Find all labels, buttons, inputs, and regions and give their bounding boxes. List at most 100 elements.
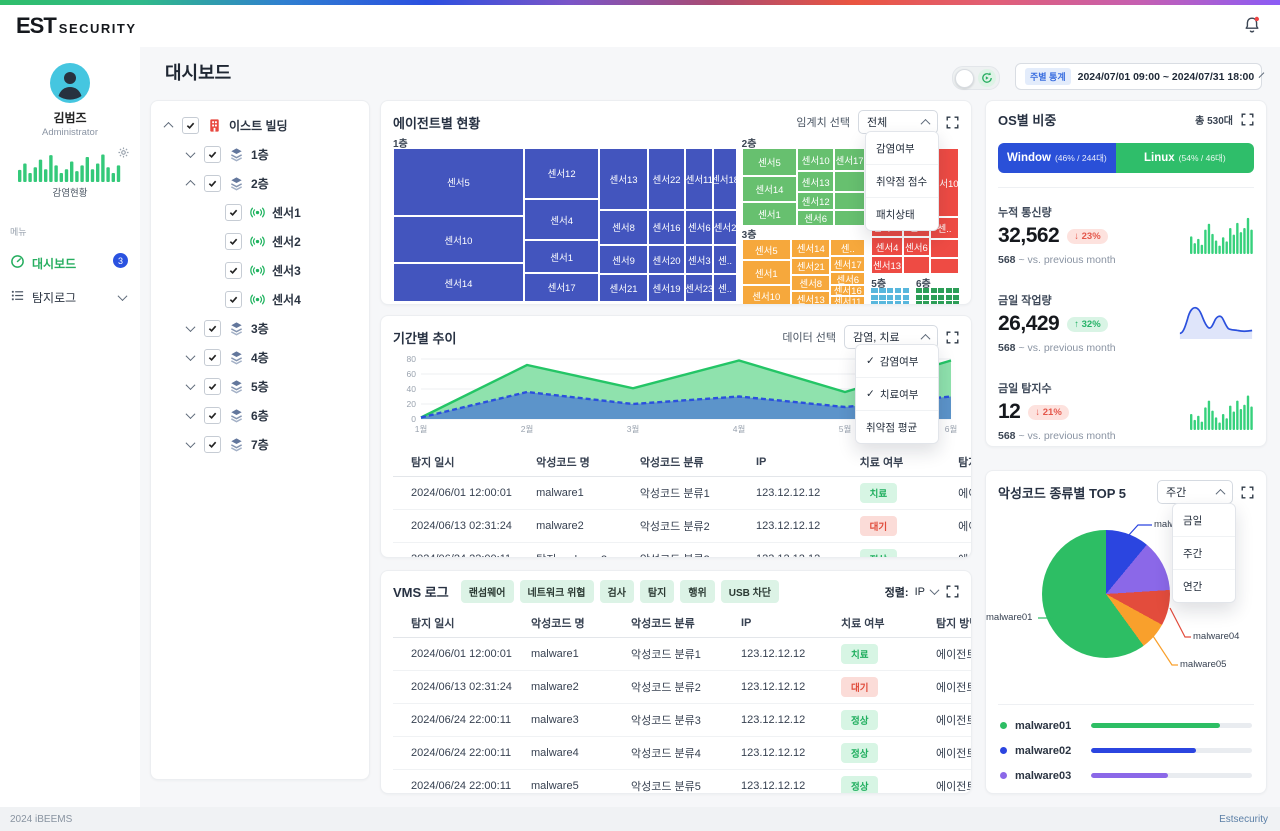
treemap-tile[interactable] <box>916 295 922 300</box>
table-row[interactable]: 2024/06/24 22:00:11탐지 malware3악성코드 분류312… <box>393 543 971 559</box>
treemap-tile[interactable] <box>931 288 937 293</box>
treemap-tile[interactable]: 센.. <box>830 239 865 256</box>
treemap-tile[interactable] <box>916 288 922 293</box>
treemap-tile[interactable]: 센서6 <box>797 210 834 226</box>
treemap-tile[interactable]: 센서16 <box>648 210 686 245</box>
filter-chip[interactable]: 랜섬웨어 <box>461 580 514 603</box>
fullscreen-icon[interactable] <box>1241 113 1254 126</box>
treemap-tile[interactable] <box>871 295 877 300</box>
treemap-tile[interactable]: 센서6 <box>830 272 865 284</box>
treemap-tile[interactable] <box>895 295 901 300</box>
menu-option[interactable]: 금일 <box>1173 504 1235 537</box>
treemap-tile[interactable]: 센.. <box>713 245 737 274</box>
footer-right[interactable]: Estsecurity <box>1219 814 1268 825</box>
notification-bell-icon[interactable] <box>1242 15 1262 40</box>
treemap-tile[interactable] <box>923 301 929 305</box>
treemap-tile[interactable] <box>871 301 877 305</box>
treemap-tile[interactable]: 센서4 <box>871 237 903 256</box>
treemap-tile[interactable]: 센서18 <box>713 148 737 210</box>
treemap-tile[interactable] <box>916 301 922 305</box>
tree-checkbox[interactable] <box>225 204 242 221</box>
filter-chip[interactable]: 행위 <box>680 580 714 603</box>
treemap-tile[interactable]: 센서13 <box>797 171 834 191</box>
tree-node-4층[interactable]: 4층 <box>159 343 361 372</box>
treemap-tile[interactable] <box>895 301 901 305</box>
treemap-tile[interactable] <box>834 210 865 226</box>
treemap-tile[interactable]: 센서11 <box>685 148 713 210</box>
treemap-tile[interactable] <box>887 288 893 293</box>
treemap-tile[interactable]: 센서10 <box>797 148 834 171</box>
treemap-tile[interactable] <box>895 288 901 293</box>
treemap-tile[interactable] <box>903 301 909 305</box>
treemap-tile[interactable]: 센서8 <box>599 210 647 245</box>
treemap-tile[interactable]: 센서21 <box>791 258 830 275</box>
treemap-tile[interactable] <box>871 288 877 293</box>
treemap-tile[interactable] <box>931 295 937 300</box>
treemap-tile[interactable] <box>887 301 893 305</box>
treemap-tile[interactable]: 센서13 <box>599 148 647 210</box>
treemap-tile[interactable]: 센서5 <box>393 148 524 216</box>
treemap-tile[interactable] <box>953 301 959 305</box>
table-row[interactable]: 2024/06/13 02:31:24malware2악성코드 분류2123.1… <box>393 510 971 543</box>
tree-checkbox[interactable] <box>204 320 221 337</box>
chevron-down-icon[interactable] <box>186 409 196 419</box>
treemap-tile[interactable] <box>879 295 885 300</box>
tree-node-센서2[interactable]: 센서2 <box>159 227 361 256</box>
treemap-tile[interactable]: 센서10 <box>742 285 791 305</box>
fullscreen-icon[interactable] <box>946 116 959 129</box>
chevron-down-icon[interactable] <box>186 148 196 158</box>
treemap-tile[interactable] <box>930 258 959 274</box>
table-row[interactable]: 2024/06/24 22:00:11malware4악성코드 분류4123.1… <box>393 737 971 770</box>
menu-option[interactable]: 취약점 평균 <box>856 411 938 443</box>
treemap-tile[interactable] <box>946 301 952 305</box>
treemap-tile[interactable]: 센서10 <box>393 216 524 264</box>
fullscreen-icon[interactable] <box>946 331 959 344</box>
treemap-tile[interactable]: 센서14 <box>393 263 524 302</box>
tree-checkbox[interactable] <box>225 262 242 279</box>
period-select[interactable]: 주간 <box>1157 480 1233 504</box>
treemap-tile[interactable]: 센서19 <box>648 274 686 302</box>
tree-checkbox[interactable] <box>204 349 221 366</box>
treemap-tile[interactable]: 센서20 <box>648 245 686 274</box>
treemap-tile[interactable] <box>953 295 959 300</box>
treemap-tile[interactable] <box>953 288 959 293</box>
treemap-tile[interactable]: 센서13 <box>871 256 903 274</box>
tree-checkbox[interactable] <box>204 146 221 163</box>
treemap-tile[interactable]: 센서4 <box>524 199 600 241</box>
treemap-tile[interactable] <box>879 301 885 305</box>
treemap-tile[interactable]: 센서12 <box>797 192 834 210</box>
sort-select[interactable]: 정렬: IP <box>885 584 938 600</box>
treemap-tile[interactable]: 센서21 <box>599 274 647 302</box>
chevron-up-icon[interactable] <box>164 122 174 132</box>
table-row[interactable]: 2024/06/01 12:00:01malware1악성코드 분류1123.1… <box>393 638 971 671</box>
table-row[interactable]: 2024/06/24 22:00:11malware5악성코드 분류5123.1… <box>393 770 971 795</box>
os-segment-linux[interactable]: Linux(54% / 46대) <box>1116 143 1254 173</box>
treemap-tile[interactable]: 센서9 <box>599 245 647 274</box>
tree-node-이스트 빌딩[interactable]: 이스트 빌딩 <box>159 111 361 140</box>
tree-checkbox[interactable] <box>182 117 199 134</box>
filter-chip[interactable]: 탐지 <box>640 580 674 603</box>
treemap-tile[interactable] <box>879 288 885 293</box>
tree-checkbox[interactable] <box>225 291 242 308</box>
sidebar-item-dashboard[interactable]: 대시보드 3 <box>10 254 130 272</box>
menu-option[interactable]: ✓치료여부 <box>856 378 938 411</box>
treemap-tile[interactable]: 센서8 <box>791 275 830 291</box>
avatar[interactable] <box>50 63 90 103</box>
treemap-tile[interactable]: 센서22 <box>648 148 686 210</box>
gear-icon[interactable] <box>117 146 130 164</box>
chevron-up-icon[interactable] <box>186 180 196 190</box>
treemap-tile[interactable] <box>938 288 944 293</box>
treemap-tile[interactable]: 센서17 <box>834 148 865 171</box>
menu-option[interactable]: 주간 <box>1173 537 1235 570</box>
treemap-tile[interactable]: 센서12 <box>524 148 600 199</box>
menu-option[interactable]: 연간 <box>1173 570 1235 602</box>
tree-node-3층[interactable]: 3층 <box>159 314 361 343</box>
treemap-tile[interactable] <box>903 288 909 293</box>
os-segment-window[interactable]: Window(46% / 244대) <box>998 143 1116 173</box>
treemap-tile[interactable] <box>903 295 909 300</box>
menu-option[interactable]: 취약점 점수 <box>866 165 938 198</box>
treemap-tile[interactable]: 센서17 <box>524 273 600 302</box>
tree-node-2층[interactable]: 2층 <box>159 169 361 198</box>
tree-node-5층[interactable]: 5층 <box>159 372 361 401</box>
table-row[interactable]: 2024/06/24 22:00:11malware3악성코드 분류3123.1… <box>393 704 971 737</box>
